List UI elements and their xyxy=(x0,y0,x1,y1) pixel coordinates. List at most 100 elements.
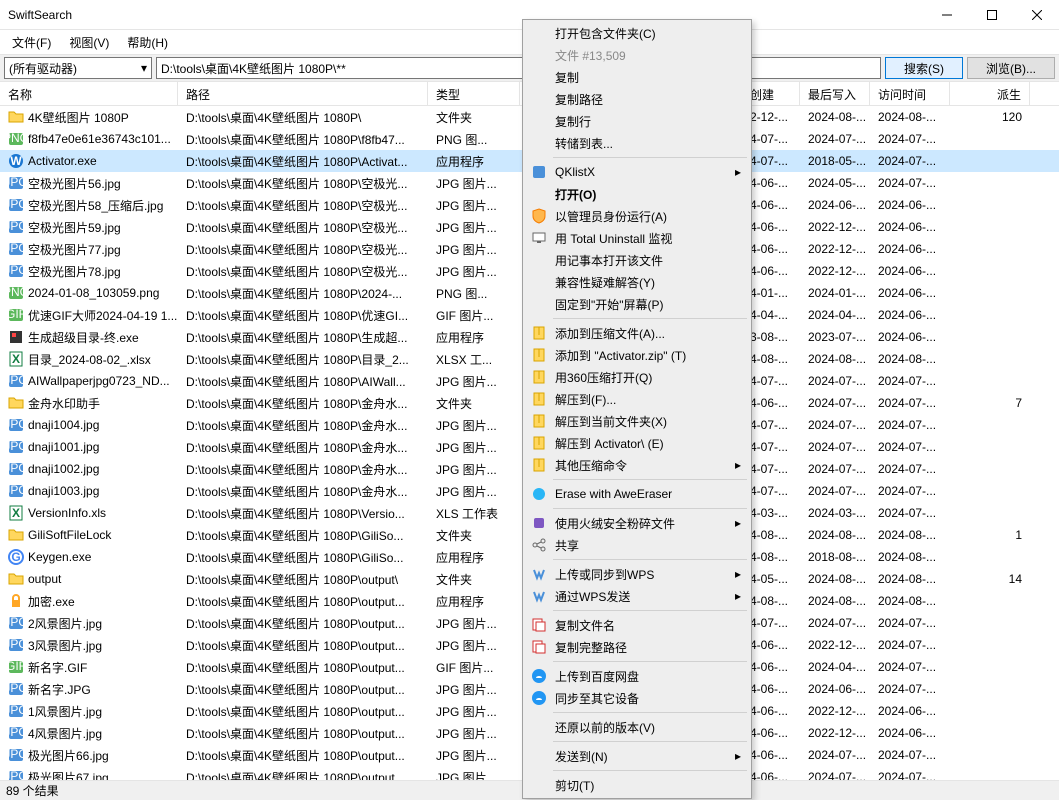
menu-item[interactable]: 解压到(F)... xyxy=(525,388,749,410)
menu-item[interactable]: 上传到百度网盘 xyxy=(525,665,749,687)
menu-item-label: 其他压缩命令 xyxy=(555,457,627,474)
menu-item[interactable]: Erase with AweEraser xyxy=(525,483,749,505)
file-icon: JPG xyxy=(8,241,24,257)
file-path: D:\tools\桌面\4K壁纸图片 1080P\金舟水... xyxy=(178,481,428,502)
menu-item[interactable]: 以管理员身份运行(A) xyxy=(525,205,749,227)
menu-item[interactable]: 剪切(T) xyxy=(525,774,749,796)
column-name[interactable]: 名称 xyxy=(0,82,178,105)
menu-item[interactable]: QKlistX▸ xyxy=(525,161,749,183)
menu-item[interactable]: 解压到当前文件夹(X) xyxy=(525,410,749,432)
menu-item-label: 转储到表... xyxy=(555,135,613,152)
menu-item[interactable]: 打开包含文件夹(C) xyxy=(525,22,749,44)
column-modified[interactable]: 最后写入 xyxy=(800,82,870,105)
svg-text:PNG: PNG xyxy=(8,285,24,299)
maximize-button[interactable] xyxy=(969,0,1014,30)
menu-item[interactable]: 通过WPS发送▸ xyxy=(525,585,749,607)
file-icon: GIF xyxy=(8,659,24,675)
menu-help[interactable]: 帮助(H) xyxy=(119,32,176,53)
menu-item[interactable]: 复制文件名 xyxy=(525,614,749,636)
share-icon xyxy=(531,537,547,553)
menu-separator xyxy=(553,157,747,158)
column-type[interactable]: 类型 xyxy=(428,82,520,105)
menu-item[interactable]: 用 Total Uninstall 监视 xyxy=(525,227,749,249)
monitor-icon xyxy=(531,230,547,246)
svg-text:JPG: JPG xyxy=(8,219,24,233)
file-accessed: 2024-06-... xyxy=(870,218,950,236)
menu-item[interactable]: 还原以前的版本(V) xyxy=(525,716,749,738)
file-path: D:\tools\桌面\4K壁纸图片 1080P\output... xyxy=(178,613,428,634)
file-icon xyxy=(8,109,24,125)
menu-item[interactable]: 固定到"开始"屏幕(P) xyxy=(525,293,749,315)
menu-item[interactable]: 打开(O) xyxy=(525,183,749,205)
menu-item[interactable]: 发送到(N)▸ xyxy=(525,745,749,767)
menu-item-label: 解压到(F)... xyxy=(555,391,616,408)
menu-item[interactable]: 转储到表... xyxy=(525,132,749,154)
browse-button[interactable]: 浏览(B)... xyxy=(967,57,1055,79)
menu-item[interactable]: 复制完整路径 xyxy=(525,636,749,658)
copy-icon xyxy=(531,617,547,633)
menu-file[interactable]: 文件(F) xyxy=(4,32,59,53)
menu-item-label: 打开(O) xyxy=(555,186,596,203)
file-extra xyxy=(950,599,1030,603)
file-path: D:\tools\桌面\4K壁纸图片 1080P\Activat... xyxy=(178,151,428,172)
file-icon: X xyxy=(8,505,24,521)
svg-text:JPG: JPG xyxy=(8,747,24,761)
drive-selector[interactable]: (所有驱动器) ▾ xyxy=(4,57,152,79)
file-type: XLSX 工... xyxy=(428,349,520,370)
column-extra[interactable]: 派生 xyxy=(950,82,1030,105)
column-path[interactable]: 路径 xyxy=(178,82,428,105)
file-extra xyxy=(950,621,1030,625)
search-button[interactable]: 搜索(S) xyxy=(885,57,963,79)
menu-item-label: 添加到压缩文件(A)... xyxy=(555,325,665,342)
submenu-arrow-icon: ▸ xyxy=(735,567,741,581)
menu-item[interactable]: 添加到 "Activator.zip" (T) xyxy=(525,344,749,366)
file-type: JPG 图片... xyxy=(428,239,520,260)
menu-item[interactable]: 兼容性疑难解答(Y) xyxy=(525,271,749,293)
file-accessed: 2024-07-... xyxy=(870,174,950,192)
file-accessed: 2024-06-... xyxy=(870,328,950,346)
menu-separator xyxy=(553,479,747,480)
file-name: dnaji1004.jpg xyxy=(28,418,99,432)
menu-item[interactable]: 复制行 xyxy=(525,110,749,132)
file-accessed: 2024-07-... xyxy=(870,416,950,434)
file-path: D:\tools\桌面\4K壁纸图片 1080P\output... xyxy=(178,591,428,612)
file-name: 空极光图片58_压缩后.jpg xyxy=(28,197,163,214)
menu-item[interactable]: 用记事本打开该文件 xyxy=(525,249,749,271)
file-extra xyxy=(950,269,1030,273)
menu-item[interactable]: 添加到压缩文件(A)... xyxy=(525,322,749,344)
close-button[interactable] xyxy=(1014,0,1059,30)
svg-text:JPG: JPG xyxy=(8,637,24,651)
file-accessed: 2024-08-... xyxy=(870,548,950,566)
menu-item[interactable]: 用360压缩打开(Q) xyxy=(525,366,749,388)
file-icon: JPG xyxy=(8,461,24,477)
column-accessed[interactable]: 访问时间 xyxy=(870,82,950,105)
file-name: 2风景图片.jpg xyxy=(28,615,102,632)
menu-item[interactable]: 使用火绒安全粉碎文件▸ xyxy=(525,512,749,534)
menu-item-label: QKlistX xyxy=(555,165,595,179)
menu-view[interactable]: 视图(V) xyxy=(61,32,117,53)
path-input[interactable] xyxy=(156,57,881,79)
file-name: Keygen.exe xyxy=(28,550,91,564)
file-type: 文件夹 xyxy=(428,525,520,546)
file-type: 应用程序 xyxy=(428,327,520,348)
file-path: D:\tools\桌面\4K壁纸图片 1080P\output... xyxy=(178,767,428,781)
menu-item[interactable]: 复制 xyxy=(525,66,749,88)
menu-item[interactable]: 其他压缩命令▸ xyxy=(525,454,749,476)
menu-item-label: 解压到 Activator\ (E) xyxy=(555,435,664,452)
file-icon: JPG xyxy=(8,615,24,631)
menu-item[interactable]: 复制路径 xyxy=(525,88,749,110)
file-extra xyxy=(950,379,1030,383)
menu-item[interactable]: 解压到 Activator\ (E) xyxy=(525,432,749,454)
svg-text:JPG: JPG xyxy=(8,769,24,780)
menu-item[interactable]: 同步至其它设备 xyxy=(525,687,749,709)
svg-text:JPG: JPG xyxy=(8,417,24,431)
file-name: 极光图片66.jpg xyxy=(28,747,109,764)
menu-item-label: 还原以前的版本(V) xyxy=(555,719,655,736)
menu-item[interactable]: 共享 xyxy=(525,534,749,556)
minimize-button[interactable] xyxy=(924,0,969,30)
menu-item[interactable]: 上传或同步到WPS▸ xyxy=(525,563,749,585)
file-modified: 2024-07-... xyxy=(800,438,870,456)
file-accessed: 2024-07-... xyxy=(870,746,950,764)
file-icon: JPG xyxy=(8,747,24,763)
file-modified: 2023-07-... xyxy=(800,328,870,346)
